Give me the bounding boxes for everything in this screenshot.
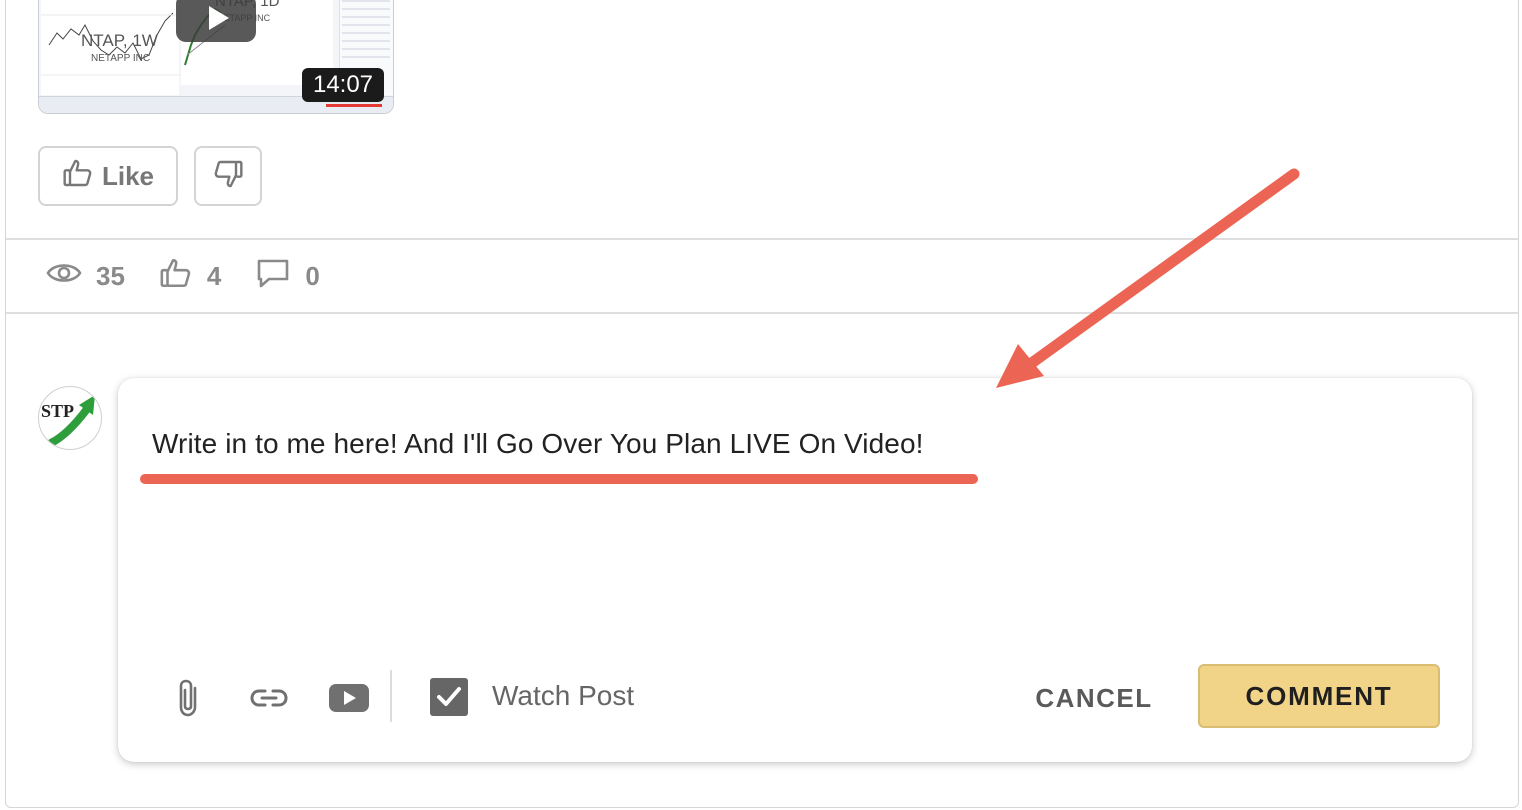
comment-bubble-icon <box>255 257 291 296</box>
comment-toolbar: Watch Post CANCEL COMMENT <box>118 664 1472 728</box>
views-stat: 35 <box>46 259 125 294</box>
thumbs-up-icon <box>62 157 94 196</box>
chart-title-weekly: NTAP, 1W <box>81 31 158 50</box>
comment-editor[interactable]: Write in to me here! And I'll Go Over Yo… <box>118 378 1472 762</box>
avatar-initials: STP <box>41 401 75 421</box>
watch-post-label: Watch Post <box>492 680 635 711</box>
divider <box>6 312 1519 314</box>
video-duration: 14:07 <box>302 68 384 102</box>
watch-post-checkbox[interactable] <box>430 678 468 716</box>
thumbs-down-icon <box>212 158 244 195</box>
dislike-button[interactable] <box>194 146 262 206</box>
youtube-icon[interactable] <box>328 680 370 716</box>
likes-count: 4 <box>206 260 222 291</box>
paperclip-icon[interactable] <box>176 679 202 717</box>
comment-input[interactable]: Write in to me here! And I'll Go Over Yo… <box>152 428 924 460</box>
comments-stat: 0 <box>255 257 320 296</box>
eye-icon <box>46 259 82 294</box>
cancel-button[interactable]: CANCEL <box>1018 676 1170 720</box>
chart-subtitle-weekly: NETAPP INC <box>91 53 151 64</box>
divider <box>6 238 1519 240</box>
views-count: 35 <box>96 260 125 291</box>
link-icon[interactable] <box>250 680 288 716</box>
play-button[interactable] <box>176 0 256 42</box>
comments-count: 0 <box>305 260 320 291</box>
like-button[interactable]: Like <box>38 146 178 206</box>
likes-stat: 4 <box>159 256 221 297</box>
video-progress <box>326 104 382 107</box>
chart-pane-weekly: NTAP, 1W NETAPP INC <box>41 0 179 95</box>
like-label: Like <box>101 160 155 191</box>
thumbs-up-icon <box>159 256 193 297</box>
annotation-underline <box>140 474 978 484</box>
post-stats: 35 4 0 <box>46 256 354 296</box>
toolbar-separator <box>390 670 392 722</box>
comment-submit-button[interactable]: COMMENT <box>1198 664 1440 728</box>
avatar: STP <box>38 386 102 450</box>
